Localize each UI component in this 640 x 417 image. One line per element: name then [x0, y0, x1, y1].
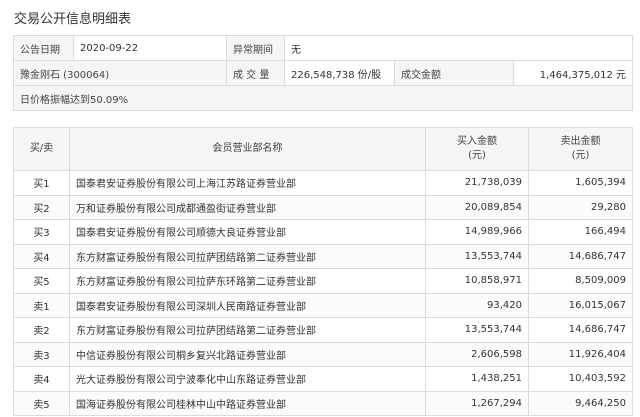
header-buy-amount: 买入金额 (元) [425, 127, 529, 171]
row-branch-name: 国泰君安证券股份有限公司顺德大良证券营业部 [69, 219, 426, 245]
row-sell-amount: 11,926,404 [528, 341, 633, 367]
row-branch-name: 国泰君安证券股份有限公司上海江苏路证券营业部 [69, 170, 426, 196]
row-side: 买4 [13, 243, 70, 269]
row-branch-name: 国泰君安证券股份有限公司深圳人民南路证券营业部 [69, 292, 426, 318]
table-row: 卖4 光大证券股份有限公司宁波奉化中山东路证券营业部 1,438,251 10,… [13, 366, 633, 392]
row-sell-amount: 8,509,009 [528, 268, 633, 294]
row-buy-amount: 93,420 [425, 292, 529, 318]
header-branch-name: 会员营业部名称 [69, 127, 426, 171]
row-buy-amount: 14,989,966 [425, 219, 529, 245]
row-side: 卖2 [13, 317, 70, 343]
table-header-row: 买/卖 会员营业部名称 买入金额 (元) 卖出金额 (元) [13, 127, 633, 171]
header-buy-amount-title: 买入金额 [457, 136, 497, 147]
volume-label: 成 交 量 [226, 60, 285, 86]
abnormal-period-value: 无 [283, 35, 634, 61]
row-side: 买5 [13, 268, 70, 294]
info-row-stock: 豫金刚石 (300064) 成 交 量 226,548,738 份/股 成交金额… [13, 60, 634, 86]
row-side: 卖1 [13, 292, 70, 318]
row-buy-amount: 21,738,039 [425, 170, 529, 196]
table-row: 卖5 国海证券股份有限公司桂林中山中路证券营业部 1,267,294 9,464… [13, 390, 633, 416]
table-row: 买5 东方财富证券股份有限公司拉萨东环路第二证券营业部 10,858,971 8… [13, 268, 633, 294]
row-buy-amount: 13,553,744 [425, 317, 529, 343]
amount-label: 成交金额 [394, 60, 514, 86]
row-branch-name: 东方财富证券股份有限公司拉萨团结路第二证券营业部 [69, 317, 426, 343]
row-sell-amount: 10,403,592 [528, 366, 633, 392]
row-buy-amount: 1,267,294 [425, 390, 529, 416]
summary-info-table: 公告日期 2020-09-22 异常期间 无 豫金刚石 (300064) 成 交… [12, 35, 634, 111]
table-row: 买2 万和证券股份有限公司成都通盈街证券营业部 20,089,854 29,28… [13, 194, 633, 220]
row-side: 买1 [13, 170, 70, 196]
stock-name-code: 豫金刚石 (300064) [13, 60, 227, 86]
row-side: 卖3 [13, 341, 70, 367]
row-sell-amount: 9,464,250 [528, 390, 633, 416]
row-buy-amount: 13,553,744 [425, 243, 529, 269]
info-row-date: 公告日期 2020-09-22 异常期间 无 [13, 35, 634, 61]
header-sell-amount-title: 卖出金额 [560, 136, 601, 147]
row-sell-amount: 16,015,067 [528, 292, 633, 318]
table-row: 卖2 东方财富证券股份有限公司拉萨团结路第二证券营业部 13,553,744 1… [13, 317, 633, 343]
abnormal-period-label: 异常期间 [226, 35, 285, 61]
table-row: 买4 东方财富证券股份有限公司拉萨团结路第二证券营业部 13,553,744 1… [13, 243, 633, 269]
row-side: 买3 [13, 219, 70, 245]
row-branch-name: 东方财富证券股份有限公司拉萨团结路第二证券营业部 [69, 243, 426, 269]
row-buy-amount: 20,089,854 [425, 194, 529, 220]
page-title: 交易公开信息明细表 [14, 12, 132, 27]
row-side: 卖4 [13, 366, 70, 392]
row-sell-amount: 14,686,747 [528, 243, 633, 269]
row-sell-amount: 1,605,394 [528, 170, 633, 196]
row-branch-name: 国海证券股份有限公司桂林中山中路证券营业部 [69, 390, 426, 416]
row-side: 卖5 [13, 390, 70, 416]
row-branch-name: 中信证券股份有限公司桐乡复兴北路证券营业部 [69, 341, 426, 367]
table-row: 卖3 中信证券股份有限公司桐乡复兴北路证券营业部 2,606,598 11,92… [13, 341, 633, 367]
amount-value: 1,464,375,012 元 [512, 60, 634, 86]
row-buy-amount: 2,606,598 [425, 341, 529, 367]
trading-detail-table: 买/卖 会员营业部名称 买入金额 (元) 卖出金额 (元) 买1 国泰君安证券股… [13, 127, 633, 416]
header-sell-amount: 卖出金额 (元) [528, 127, 633, 171]
row-buy-amount: 10,858,971 [425, 268, 529, 294]
row-branch-name: 东方财富证券股份有限公司拉萨东环路第二证券营业部 [69, 268, 426, 294]
row-sell-amount: 29,280 [528, 194, 633, 220]
table-row: 买3 国泰君安证券股份有限公司顺德大良证券营业部 14,989,966 166,… [13, 219, 633, 245]
header-buy-amount-unit: (元) [468, 150, 486, 161]
date-value: 2020-09-22 [73, 35, 227, 61]
header-sell-amount-unit: (元) [571, 150, 590, 161]
header-side: 买/卖 [13, 127, 70, 171]
row-sell-amount: 14,686,747 [528, 317, 633, 343]
listing-reason: 日价格振幅达到50.09% [12, 85, 634, 111]
table-row: 卖1 国泰君安证券股份有限公司深圳人民南路证券营业部 93,420 16,015… [13, 292, 633, 318]
row-buy-amount: 1,438,251 [425, 366, 529, 392]
info-row-reason: 日价格振幅达到50.09% [12, 85, 634, 111]
date-label: 公告日期 [13, 35, 74, 61]
row-branch-name: 万和证券股份有限公司成都通盈街证券营业部 [69, 194, 426, 220]
row-branch-name: 光大证券股份有限公司宁波奉化中山东路证券营业部 [69, 366, 426, 392]
volume-value: 226,548,738 份/股 [284, 60, 395, 86]
row-sell-amount: 166,494 [528, 219, 633, 245]
table-row: 买1 国泰君安证券股份有限公司上海江苏路证券营业部 21,738,039 1,6… [13, 170, 633, 196]
row-side: 买2 [13, 194, 70, 220]
